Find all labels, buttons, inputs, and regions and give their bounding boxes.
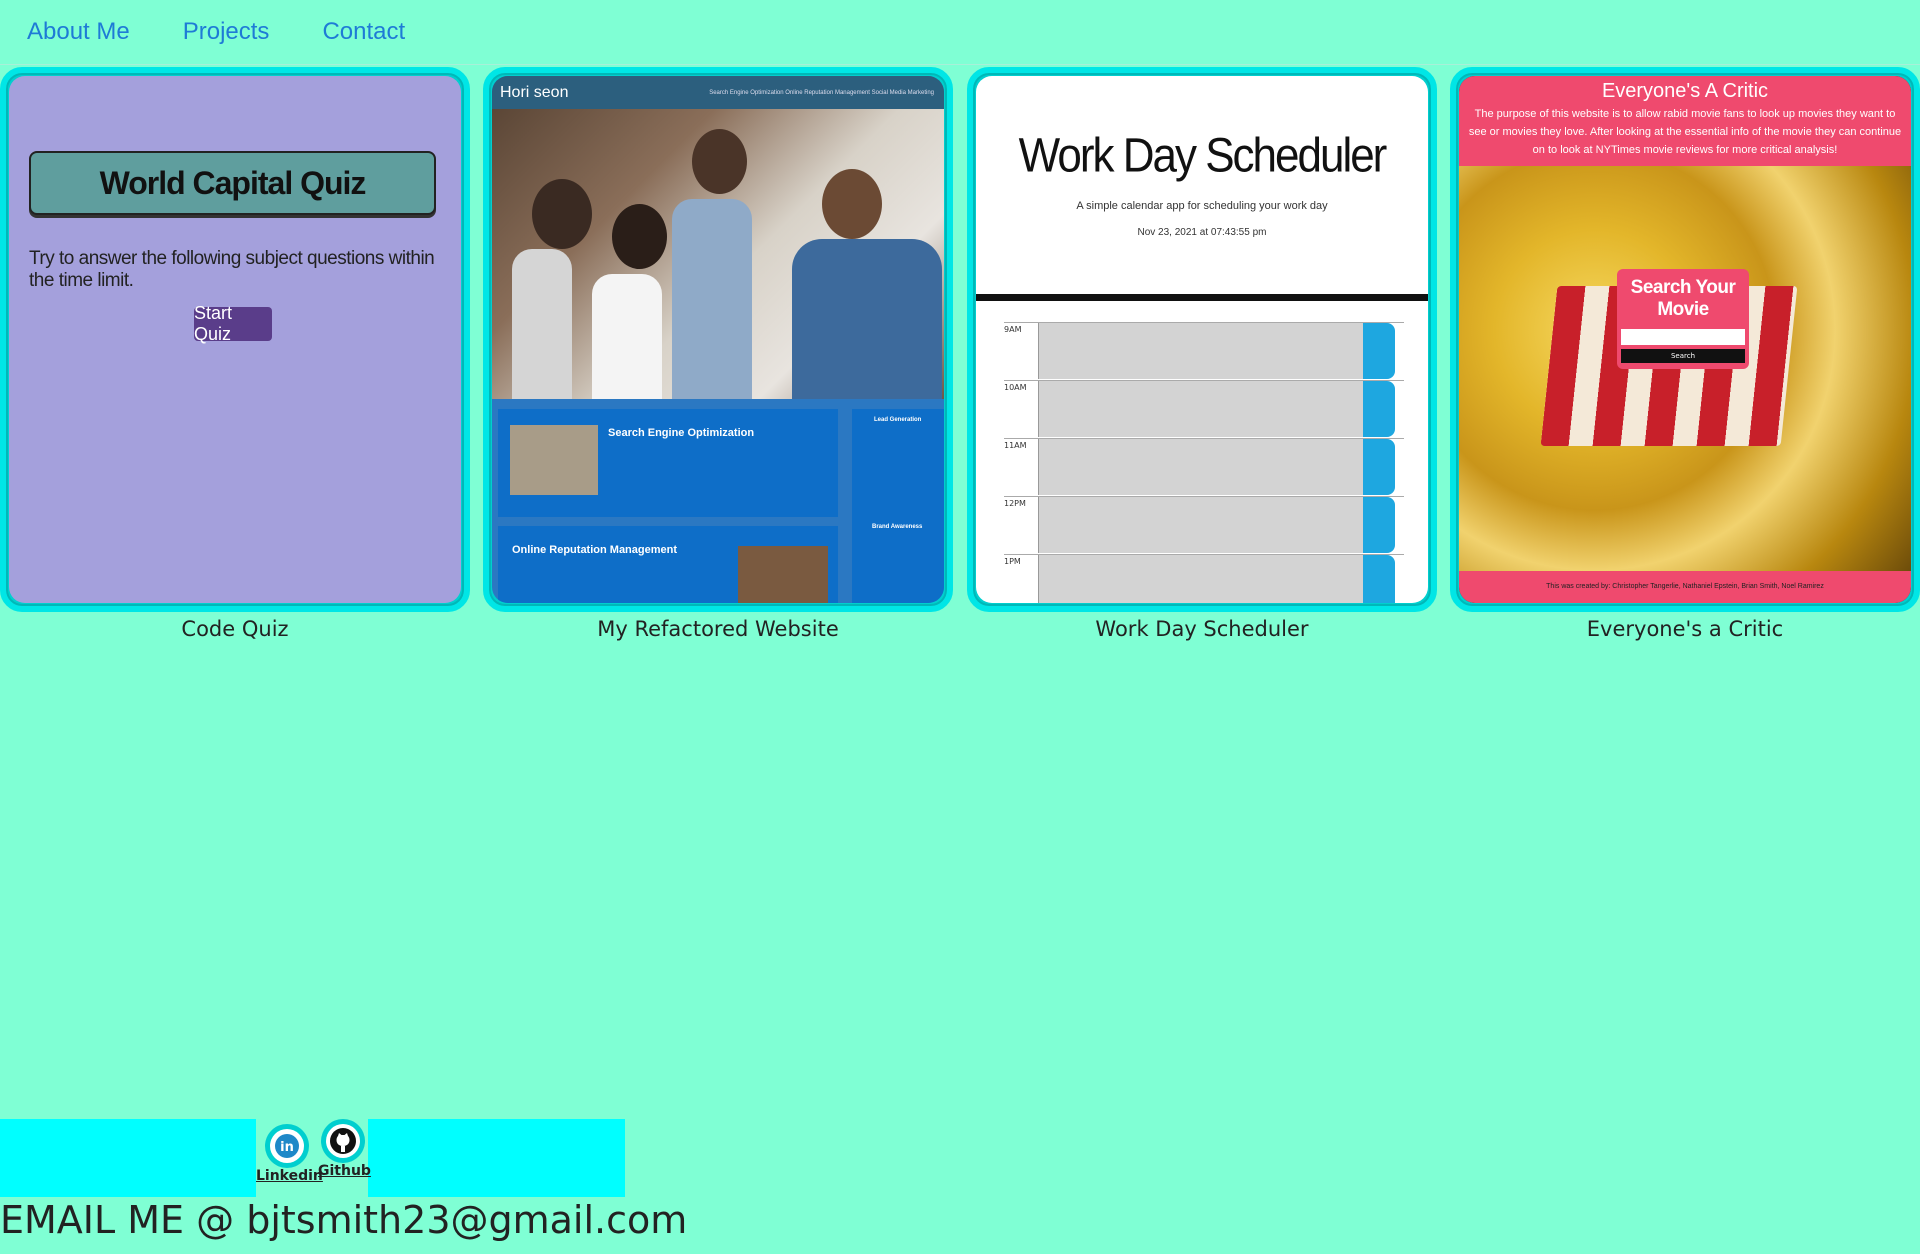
footer-bar: in Linkedin Github — [0, 1119, 625, 1197]
top-nav: About Me Projects Contact — [0, 0, 1920, 65]
project-card-work-day-scheduler[interactable]: Work Day Scheduler A simple calendar app… — [967, 67, 1437, 641]
scheduler-subtitle: A simple calendar app for scheduling you… — [1076, 200, 1328, 212]
scheduler-row: 12PM — [1004, 496, 1404, 553]
svg-text:in: in — [280, 1140, 294, 1155]
critic-footer: This was created by: Christopher Tangerl… — [1459, 571, 1911, 603]
scheduler-date: Nov 23, 2021 at 07:43:55 pm — [1137, 227, 1267, 238]
quiz-title: World Capital Quiz — [29, 151, 436, 215]
nav-contact[interactable]: Contact — [322, 18, 405, 46]
horiseon-hero-image — [492, 109, 944, 399]
github-label: Github — [318, 1163, 371, 1179]
project-caption: Everyone's a Critic — [1586, 617, 1784, 641]
projects-gallery: World Capital Quiz Try to answer the fol… — [0, 67, 1920, 647]
scheduler-divider — [976, 294, 1428, 301]
nav-about-me[interactable]: About Me — [27, 18, 130, 46]
horiseon-header: Hori seon Search Engine Optimization Onl… — [492, 76, 944, 109]
horiseon-sidebar: Lead Generation Brand Awareness — [852, 409, 944, 603]
project-screenshot: Everyone's A Critic The purpose of this … — [1459, 76, 1911, 603]
critic-search-box: Search Your Movie Search — [1617, 269, 1749, 369]
scheduler-row: 10AM — [1004, 380, 1404, 437]
project-thumbnail-frame[interactable]: Everyone's A Critic The purpose of this … — [1450, 67, 1920, 612]
project-card-code-quiz[interactable]: World Capital Quiz Try to answer the fol… — [0, 67, 470, 641]
email-text[interactable]: EMAIL ME @ bjtsmith23@gmail.com — [0, 1198, 687, 1242]
scheduler-row: 9AM — [1004, 322, 1404, 379]
project-card-refactored-website[interactable]: Hori seon Search Engine Optimization Onl… — [483, 67, 953, 641]
project-caption: Code Quiz — [181, 617, 289, 641]
project-screenshot: World Capital Quiz Try to answer the fol… — [9, 76, 461, 603]
nav-projects[interactable]: Projects — [183, 18, 270, 46]
project-thumbnail-frame[interactable]: Work Day Scheduler A simple calendar app… — [967, 67, 1437, 612]
project-caption: My Refactored Website — [597, 617, 839, 641]
project-caption: Work Day Scheduler — [1095, 617, 1309, 641]
horiseon-brand: Hori seon — [500, 83, 569, 101]
project-screenshot: Hori seon Search Engine Optimization Onl… — [492, 76, 944, 603]
github-icon — [330, 1128, 356, 1154]
quiz-instructions: Try to answer the following subject ques… — [29, 248, 435, 291]
horiseon-nav: Search Engine Optimization Online Reputa… — [709, 89, 934, 96]
linkedin-label: Linkedin — [256, 1168, 323, 1184]
project-screenshot: Work Day Scheduler A simple calendar app… — [976, 76, 1428, 603]
linkedin-icon: in — [275, 1134, 299, 1158]
scheduler-row: 11AM — [1004, 438, 1404, 495]
linkedin-link[interactable]: in Linkedin — [256, 1124, 323, 1184]
github-link[interactable]: Github — [318, 1119, 371, 1179]
horiseon-orm-section: Online Reputation Management — [498, 526, 838, 603]
critic-header: Everyone's A Critic The purpose of this … — [1459, 76, 1911, 166]
project-card-everyones-a-critic[interactable]: Everyone's A Critic The purpose of this … — [1450, 67, 1920, 641]
scheduler-row: 1PM — [1004, 554, 1404, 603]
project-thumbnail-frame[interactable]: World Capital Quiz Try to answer the fol… — [0, 67, 470, 612]
social-links: in Linkedin Github — [256, 1119, 371, 1197]
quiz-start-button: Start Quiz — [194, 303, 272, 344]
horiseon-seo-section: Search Engine Optimization — [498, 409, 838, 517]
scheduler-title: Work Day Scheduler — [1018, 128, 1388, 183]
project-thumbnail-frame[interactable]: Hori seon Search Engine Optimization Onl… — [483, 67, 953, 612]
